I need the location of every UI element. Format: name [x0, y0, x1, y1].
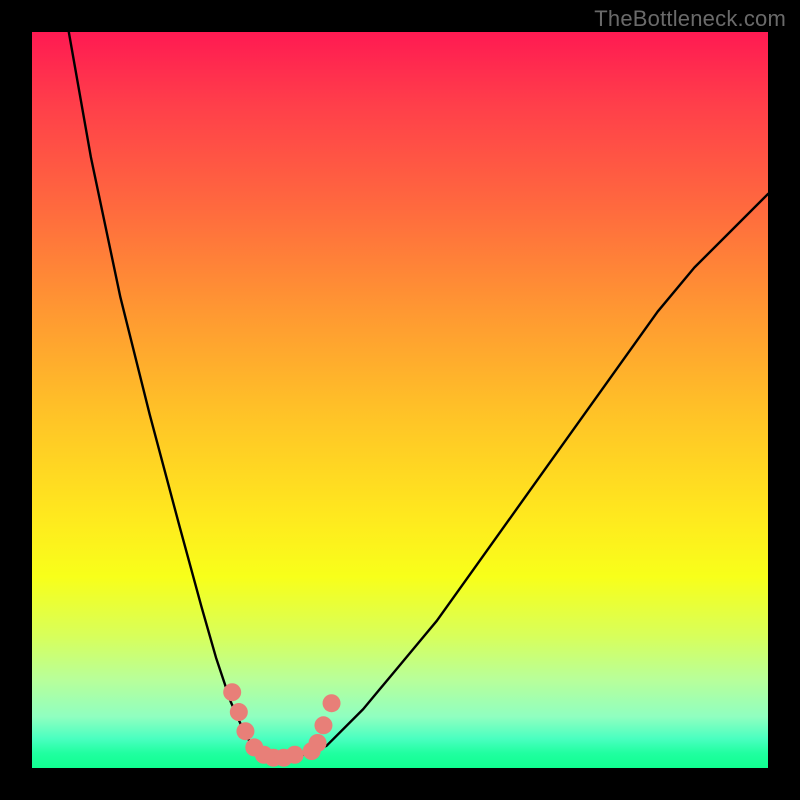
curve-marker	[236, 722, 254, 740]
chart-frame: TheBottleneck.com	[0, 0, 800, 800]
curve-marker	[309, 734, 327, 752]
curve-marker	[323, 694, 341, 712]
bottleneck-curve	[69, 32, 768, 761]
curve-layer	[32, 32, 768, 768]
curve-marker	[230, 703, 248, 721]
curve-marker	[286, 746, 304, 764]
curve-markers	[223, 683, 340, 767]
plot-area	[32, 32, 768, 768]
watermark-text: TheBottleneck.com	[594, 6, 786, 32]
curve-marker	[223, 683, 241, 701]
curve-marker	[314, 716, 332, 734]
